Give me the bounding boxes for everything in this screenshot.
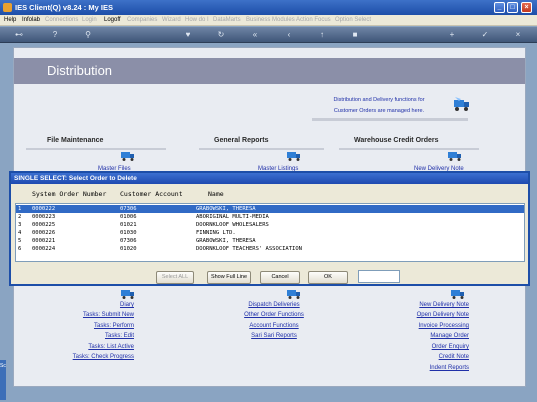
menu-help[interactable]: Help <box>4 17 16 23</box>
section-general-reports: General Reports <box>214 137 269 144</box>
truck-icon <box>454 97 469 111</box>
search-icon[interactable]: ⚲ <box>83 30 93 40</box>
key-icon[interactable]: ⊷ <box>8 30 30 40</box>
app-icon <box>3 3 12 12</box>
column-header-account[interactable]: Customer Account <box>120 190 183 198</box>
menu-action-focus[interactable]: Action Focus <box>296 17 331 23</box>
menu-login[interactable]: Login <box>82 17 97 23</box>
info-text: Distribution and Delivery functions for … <box>314 95 444 117</box>
list-item[interactable]: 1 0000222 07306 GRABOWSKI, THERESA <box>16 205 524 213</box>
menu-infolab[interactable]: Infolab <box>22 17 40 23</box>
maximize-button[interactable]: □ <box>507 2 518 13</box>
link-other-order-functions[interactable]: Other Order Functions <box>219 312 329 318</box>
refresh-icon[interactable]: ↻ <box>216 30 226 40</box>
section-warehouse-credit: Warehouse Credit Orders <box>354 137 439 144</box>
section-file-maintenance: File Maintenance <box>47 137 104 144</box>
toolbar: ⊷ ? ⚲ ♥ ↻ « ‹ ↑ ■ + ✓ × <box>0 27 537 43</box>
list-item[interactable]: 3 0000225 01021 DOORNKLOOF WHOLESALERS <box>16 221 524 229</box>
truck-icon[interactable] <box>450 286 466 300</box>
help-icon[interactable]: ? <box>50 30 60 40</box>
menu-wizard[interactable]: Wizard <box>162 17 181 23</box>
menu-logoff[interactable]: Logoff <box>104 17 121 23</box>
up-icon[interactable]: ↑ <box>317 30 327 40</box>
link-diary[interactable]: Diary <box>54 302 134 308</box>
close-icon[interactable]: × <box>513 30 523 40</box>
heart-icon[interactable]: ♥ <box>183 30 193 40</box>
rewind-icon[interactable]: « <box>250 30 260 40</box>
ok-button[interactable]: OK <box>308 271 348 284</box>
link-tasks-edit[interactable]: Tasks: Edit <box>34 333 134 339</box>
link-tasks-list-active[interactable]: Tasks: List Active <box>34 344 134 350</box>
link-order-enquiry[interactable]: Order Enquiry <box>369 344 469 350</box>
menu-how-do-i[interactable]: How do I <box>185 17 209 23</box>
select-order-dialog: SINGLE SELECT: Select Order to Delete Sy… <box>9 171 530 286</box>
divider <box>199 148 324 150</box>
title-bar: IES Client(Q) v8.24 : My IES _ □ × <box>0 0 537 15</box>
menu-datamarts[interactable]: DataMarts <box>213 17 241 23</box>
link-credit-note[interactable]: Credit Note <box>369 354 469 360</box>
link-open-delivery-note[interactable]: Open Delivery Note <box>369 312 469 318</box>
stop-icon[interactable]: ■ <box>350 30 360 40</box>
close-button[interactable]: × <box>521 2 532 13</box>
list-item[interactable]: 6 0000224 01020 DOORNKLOOF TEACHERS' ASSOC… <box>16 245 524 253</box>
window-title: IES Client(Q) v8.24 : My IES <box>15 3 113 12</box>
truck-icon[interactable] <box>447 148 463 162</box>
menu-companies[interactable]: Companies <box>127 17 157 23</box>
link-manage-order[interactable]: Manage Order <box>369 333 469 339</box>
info-line-2: Customer Orders are managed here. <box>333 108 425 114</box>
list-item[interactable]: 4 0000226 01030 FINNING LTD. <box>16 229 524 237</box>
check-icon[interactable]: ✓ <box>480 30 490 40</box>
back-icon[interactable]: ‹ <box>284 30 294 40</box>
truck-icon[interactable] <box>120 286 136 300</box>
link-tasks-check-progress[interactable]: Tasks: Check Progress <box>34 354 134 360</box>
link-tasks-perform[interactable]: Tasks: Perform <box>34 323 134 329</box>
link-tasks-submit-new[interactable]: Tasks: Submit New <box>34 312 134 318</box>
menu-bar: Help Infolab Connections Login Logoff Co… <box>0 15 537 26</box>
truck-icon[interactable] <box>286 286 302 300</box>
truck-icon[interactable] <box>120 148 136 162</box>
show-full-line-button[interactable]: Show Full Line <box>207 271 251 284</box>
link-indent-reports[interactable]: Indent Reports <box>369 365 469 371</box>
divider <box>312 118 468 121</box>
order-list[interactable]: 1 0000222 07306 GRABOWSKI, THERESA 2 000022… <box>15 203 525 262</box>
select-all-button[interactable]: Select ALL <box>156 271 194 284</box>
search-input[interactable] <box>358 270 400 283</box>
column-header-order[interactable]: System Order Number <box>32 190 106 198</box>
link-sari-sari-reports[interactable]: Sari Sari Reports <box>219 333 329 339</box>
list-item[interactable]: 5 0000221 07306 GRABOWSKI, THERESA <box>16 237 524 245</box>
link-new-delivery-note[interactable]: New Delivery Note <box>369 302 469 308</box>
menu-option-select[interactable]: Option Select <box>335 17 371 23</box>
link-invoice-processing[interactable]: Invoice Processing <box>369 323 469 329</box>
info-line-1: Distribution and Delivery functions for <box>333 97 425 103</box>
add-icon[interactable]: + <box>447 30 457 40</box>
truck-icon[interactable] <box>286 148 302 162</box>
dialog-title: SINGLE SELECT: Select Order to Delete <box>11 173 528 184</box>
page-title: Distribution <box>47 63 113 78</box>
link-dispatch-deliveries[interactable]: Dispatch Deliveries <box>219 302 329 308</box>
link-account-functions[interactable]: Account Functions <box>219 323 329 329</box>
cancel-button[interactable]: Cancel <box>260 271 300 284</box>
minimize-button[interactable]: _ <box>494 2 505 13</box>
menu-business-modules[interactable]: Business Modules <box>246 17 295 23</box>
page-header: Distribution <box>14 58 525 84</box>
list-item[interactable]: 2 0000223 01006 ABORIGINAL MULTI-MEDIA <box>16 213 524 221</box>
side-tab[interactable]: Sc <box>0 360 6 400</box>
column-header-name[interactable]: Name <box>208 190 224 198</box>
menu-connections[interactable]: Connections <box>45 17 78 23</box>
divider <box>26 148 166 150</box>
